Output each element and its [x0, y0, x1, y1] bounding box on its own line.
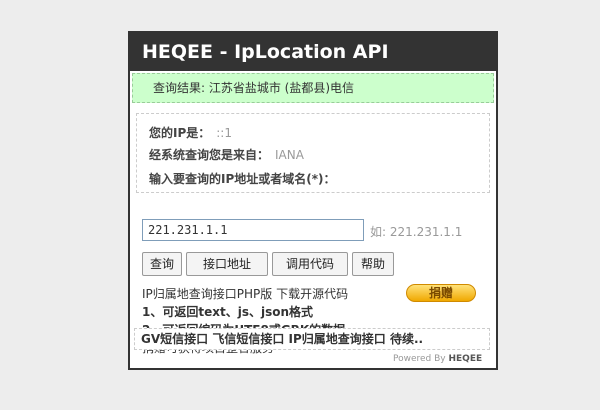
source-row: 经系统查询您是来自： IANA	[149, 146, 304, 163]
query-result-bar: 查询结果: 江苏省盐城市 (盐都县)电信	[132, 73, 494, 103]
powered-by-footer: Powered By HEQEE	[393, 354, 482, 364]
example-hint: 如: 221.231.1.1	[370, 225, 463, 239]
call-code-button[interactable]: 调用代码	[272, 252, 348, 276]
your-ip-label: 您的IP是：	[149, 126, 211, 140]
heqee-brand-link[interactable]: HEQEE	[449, 354, 483, 364]
widget-title: HEQEE - IpLocation API	[130, 33, 496, 71]
link-more: 待续..	[389, 332, 424, 346]
description-line-1: IP归属地查询接口PHP版 下载开源代码	[142, 287, 349, 301]
api-address-button[interactable]: 接口地址	[186, 252, 268, 276]
link-fetion-sms[interactable]: 飞信短信接口	[212, 332, 284, 346]
source-label: 经系统查询您是来自：	[149, 148, 270, 162]
query-label: 输入要查询的IP地址或者域名(*)：	[149, 172, 336, 186]
donate-button[interactable]: 捐赠	[406, 284, 476, 302]
api-links-box: GV短信接口 飞信短信接口 IP归属地查询接口 待续..	[134, 328, 490, 350]
link-gv-sms[interactable]: GV短信接口	[141, 332, 208, 346]
query-button[interactable]: 查询	[142, 252, 182, 276]
link-ip-location[interactable]: IP归属地查询接口	[289, 332, 386, 346]
powered-by-text: Powered By	[393, 354, 446, 364]
description-line-2: 1、可返回text、js、json格式	[142, 305, 314, 319]
your-ip-value: ::1	[216, 126, 232, 140]
help-button[interactable]: 帮助	[352, 252, 394, 276]
your-ip-row: 您的IP是：::1	[149, 124, 232, 141]
ip-query-input[interactable]	[142, 219, 364, 241]
ip-location-widget: HEQEE - IpLocation API 查询结果: 江苏省盐城市 (盐都县…	[128, 31, 498, 370]
source-value: IANA	[275, 148, 304, 162]
visitor-info-box: 您的IP是：::1 经系统查询您是来自： IANA 输入要查询的IP地址或者域名(…	[136, 113, 490, 193]
